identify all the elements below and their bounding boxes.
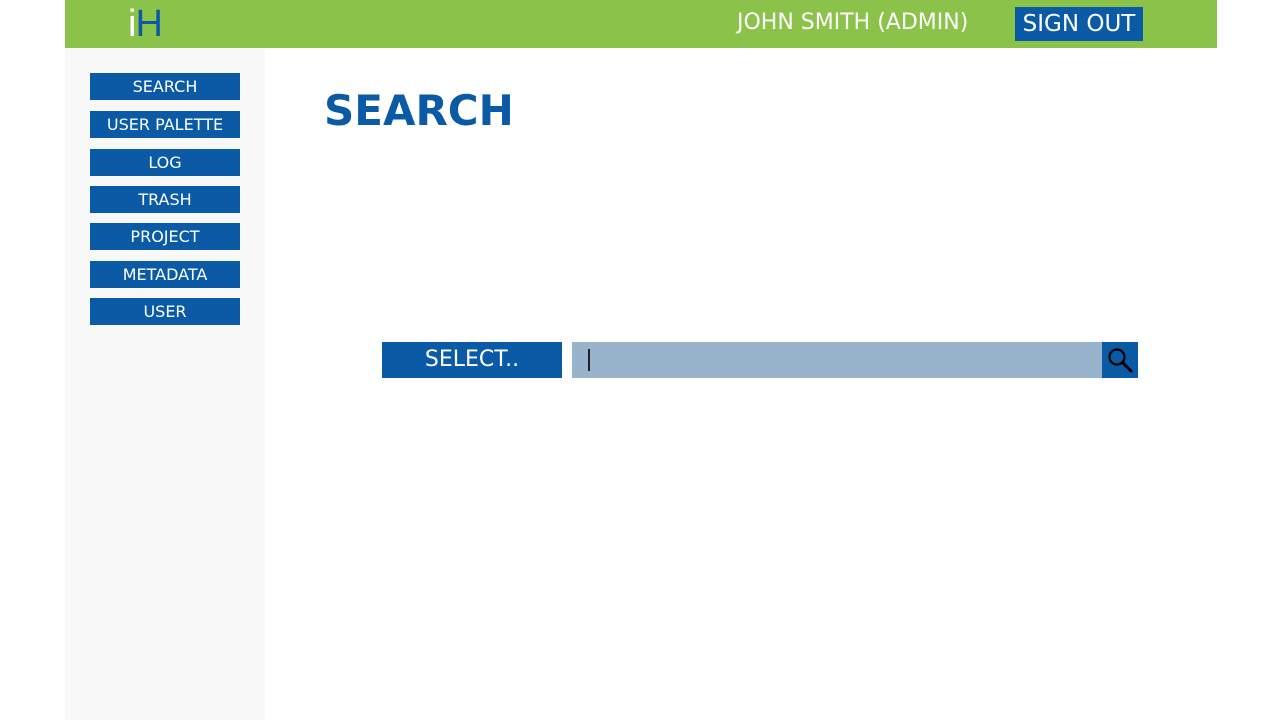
current-user-label: JOHN SMITH (ADMIN) (737, 10, 969, 35)
sidebar: SEARCH USER PALETTE LOG TRASH PROJECT ME… (65, 48, 265, 720)
logo-letter-h: H (135, 3, 162, 45)
app-logo[interactable]: iH (128, 2, 163, 46)
sidebar-item-user[interactable]: USER (90, 298, 240, 325)
category-select[interactable]: SELECT.. (382, 342, 562, 378)
sidebar-item-user-palette[interactable]: USER PALETTE (90, 111, 240, 138)
app-window: iH JOHN SMITH (ADMIN) SIGN OUT SEARCH US… (65, 0, 1217, 720)
sidebar-item-metadata[interactable]: METADATA (90, 261, 240, 288)
page-title: SEARCH (324, 86, 514, 135)
search-field (572, 342, 1102, 378)
search-input[interactable] (572, 342, 1102, 378)
sidebar-item-log[interactable]: LOG (90, 149, 240, 176)
search-button[interactable] (1102, 342, 1138, 378)
sidebar-item-project[interactable]: PROJECT (90, 223, 240, 250)
search-icon (1108, 348, 1133, 373)
text-caret (588, 349, 590, 371)
sidebar-item-trash[interactable]: TRASH (90, 186, 240, 213)
sign-out-button[interactable]: SIGN OUT (1015, 7, 1143, 41)
top-bar: iH JOHN SMITH (ADMIN) SIGN OUT (65, 0, 1217, 48)
sidebar-item-search[interactable]: SEARCH (90, 73, 240, 100)
